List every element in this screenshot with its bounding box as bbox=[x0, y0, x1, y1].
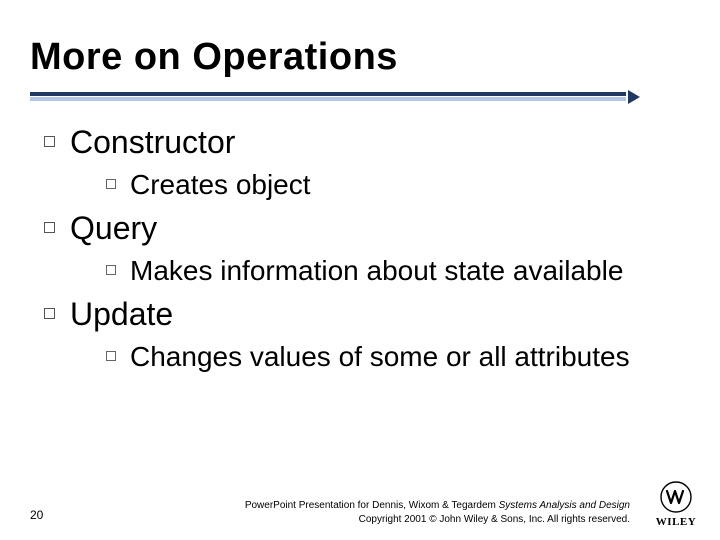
bullet-label: Query bbox=[70, 210, 157, 246]
publisher-logo: WILEY bbox=[648, 480, 704, 528]
underline-bar-light bbox=[30, 97, 626, 101]
publisher-brand: WILEY bbox=[648, 516, 704, 528]
sub-bullet-text: Creates object bbox=[130, 169, 311, 200]
arrow-right-icon bbox=[628, 90, 640, 104]
footer-credit-italic: Systems Analysis and Design bbox=[499, 500, 630, 511]
bullet-update: Update bbox=[44, 294, 684, 334]
bullet-label: Update bbox=[70, 296, 173, 332]
footer-line-2: Copyright 2001 © John Wiley & Sons, Inc.… bbox=[150, 513, 630, 527]
sub-bullet-update: Changes values of some or all attributes bbox=[106, 338, 684, 376]
slide-title: More on Operations bbox=[30, 36, 398, 79]
page-number: 20 bbox=[30, 508, 43, 522]
slide: More on Operations Constructor Creates o… bbox=[0, 0, 720, 540]
sub-bullet-constructor: Creates object bbox=[106, 166, 684, 204]
sub-bullet-text: Makes information about state available bbox=[130, 255, 623, 286]
underline-bar-dark bbox=[30, 92, 626, 96]
title-underline bbox=[30, 92, 634, 102]
wiley-mark-icon bbox=[657, 480, 695, 514]
sub-bullet-query: Makes information about state available bbox=[106, 252, 684, 290]
sub-bullet-text: Changes values of some or all attributes bbox=[130, 341, 630, 372]
bullet-constructor: Constructor bbox=[44, 122, 684, 162]
footer-credit-plain: PowerPoint Presentation for Dennis, Wixo… bbox=[245, 500, 499, 511]
bullet-query: Query bbox=[44, 208, 684, 248]
content-area: Constructor Creates object Query Makes i… bbox=[44, 118, 684, 375]
footer: PowerPoint Presentation for Dennis, Wixo… bbox=[150, 499, 630, 526]
footer-line-1: PowerPoint Presentation for Dennis, Wixo… bbox=[245, 500, 630, 511]
bullet-label: Constructor bbox=[70, 124, 235, 160]
